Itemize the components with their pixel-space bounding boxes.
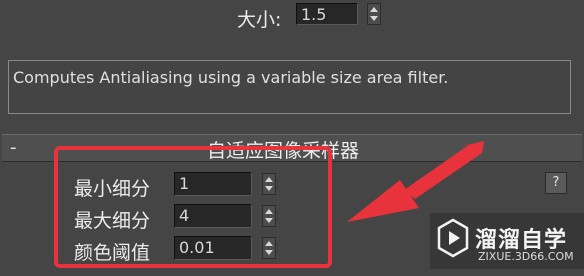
- play-logo-icon: [437, 218, 469, 258]
- watermark-url: ZIXUE.3D66.COM: [478, 250, 574, 263]
